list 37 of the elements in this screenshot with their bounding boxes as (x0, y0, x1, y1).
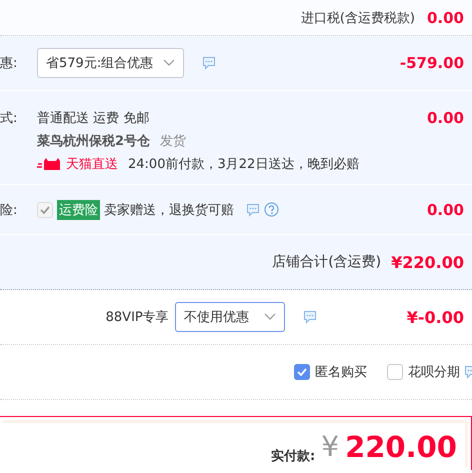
comment-icon[interactable] (302, 310, 317, 324)
row-amount: -579.00 (400, 54, 464, 72)
total-label: 店铺合计(含运费) (272, 253, 382, 271)
row-label: 式: (0, 111, 18, 126)
checkbox[interactable] (387, 364, 403, 380)
option-label[interactable]: 匿名购买 (315, 363, 367, 381)
row-label: 险: (0, 202, 18, 218)
currency-symbol: ¥ (321, 433, 340, 461)
delivery-promise: 24:00前付款，3月22日送达，晚到必赔 (128, 156, 360, 173)
payment-amount: 220.00 (345, 433, 457, 462)
row-label: 惠: (0, 56, 18, 71)
dispatch-text: 发货 (160, 134, 186, 149)
option-label[interactable]: 花呗分期 (408, 363, 460, 381)
cat-logo-icon (37, 158, 63, 170)
vip-label: 88VIP专享 (106, 309, 169, 326)
check-icon (297, 368, 307, 376)
caret-icon (163, 59, 176, 67)
row-amount: 0.00 (426, 200, 464, 218)
insurance-note: 卖家赠送，退换货可赔 (104, 202, 234, 218)
checkbox[interactable] (294, 364, 310, 380)
payment-label: 实付款: (271, 448, 316, 465)
comment-icon[interactable] (202, 56, 216, 70)
tax-label: 进口税(含运费税款) (300, 10, 415, 26)
vip-select[interactable]: 不使用优惠 (174, 302, 285, 332)
discount-select[interactable]: 省579元:组合优惠 (37, 48, 184, 78)
row-amount: 0.00 (426, 109, 464, 127)
tax-amount: 0.00 (426, 8, 464, 26)
help-icon[interactable] (264, 202, 279, 217)
warehouse-name: 菜鸟杭州保税2号仓 (37, 134, 150, 149)
comment-icon[interactable] (246, 202, 260, 216)
insurance-tag: 运费险 (57, 200, 100, 220)
delivery-label: 天猫直送 (66, 156, 118, 173)
total-amount: ¥220.00 (391, 252, 464, 272)
caret-icon (264, 313, 276, 321)
check-icon (40, 206, 50, 214)
shipping-method: 普通配送 运费 免邮 (37, 110, 150, 127)
vip-amount: ¥-0.00 (406, 308, 464, 326)
